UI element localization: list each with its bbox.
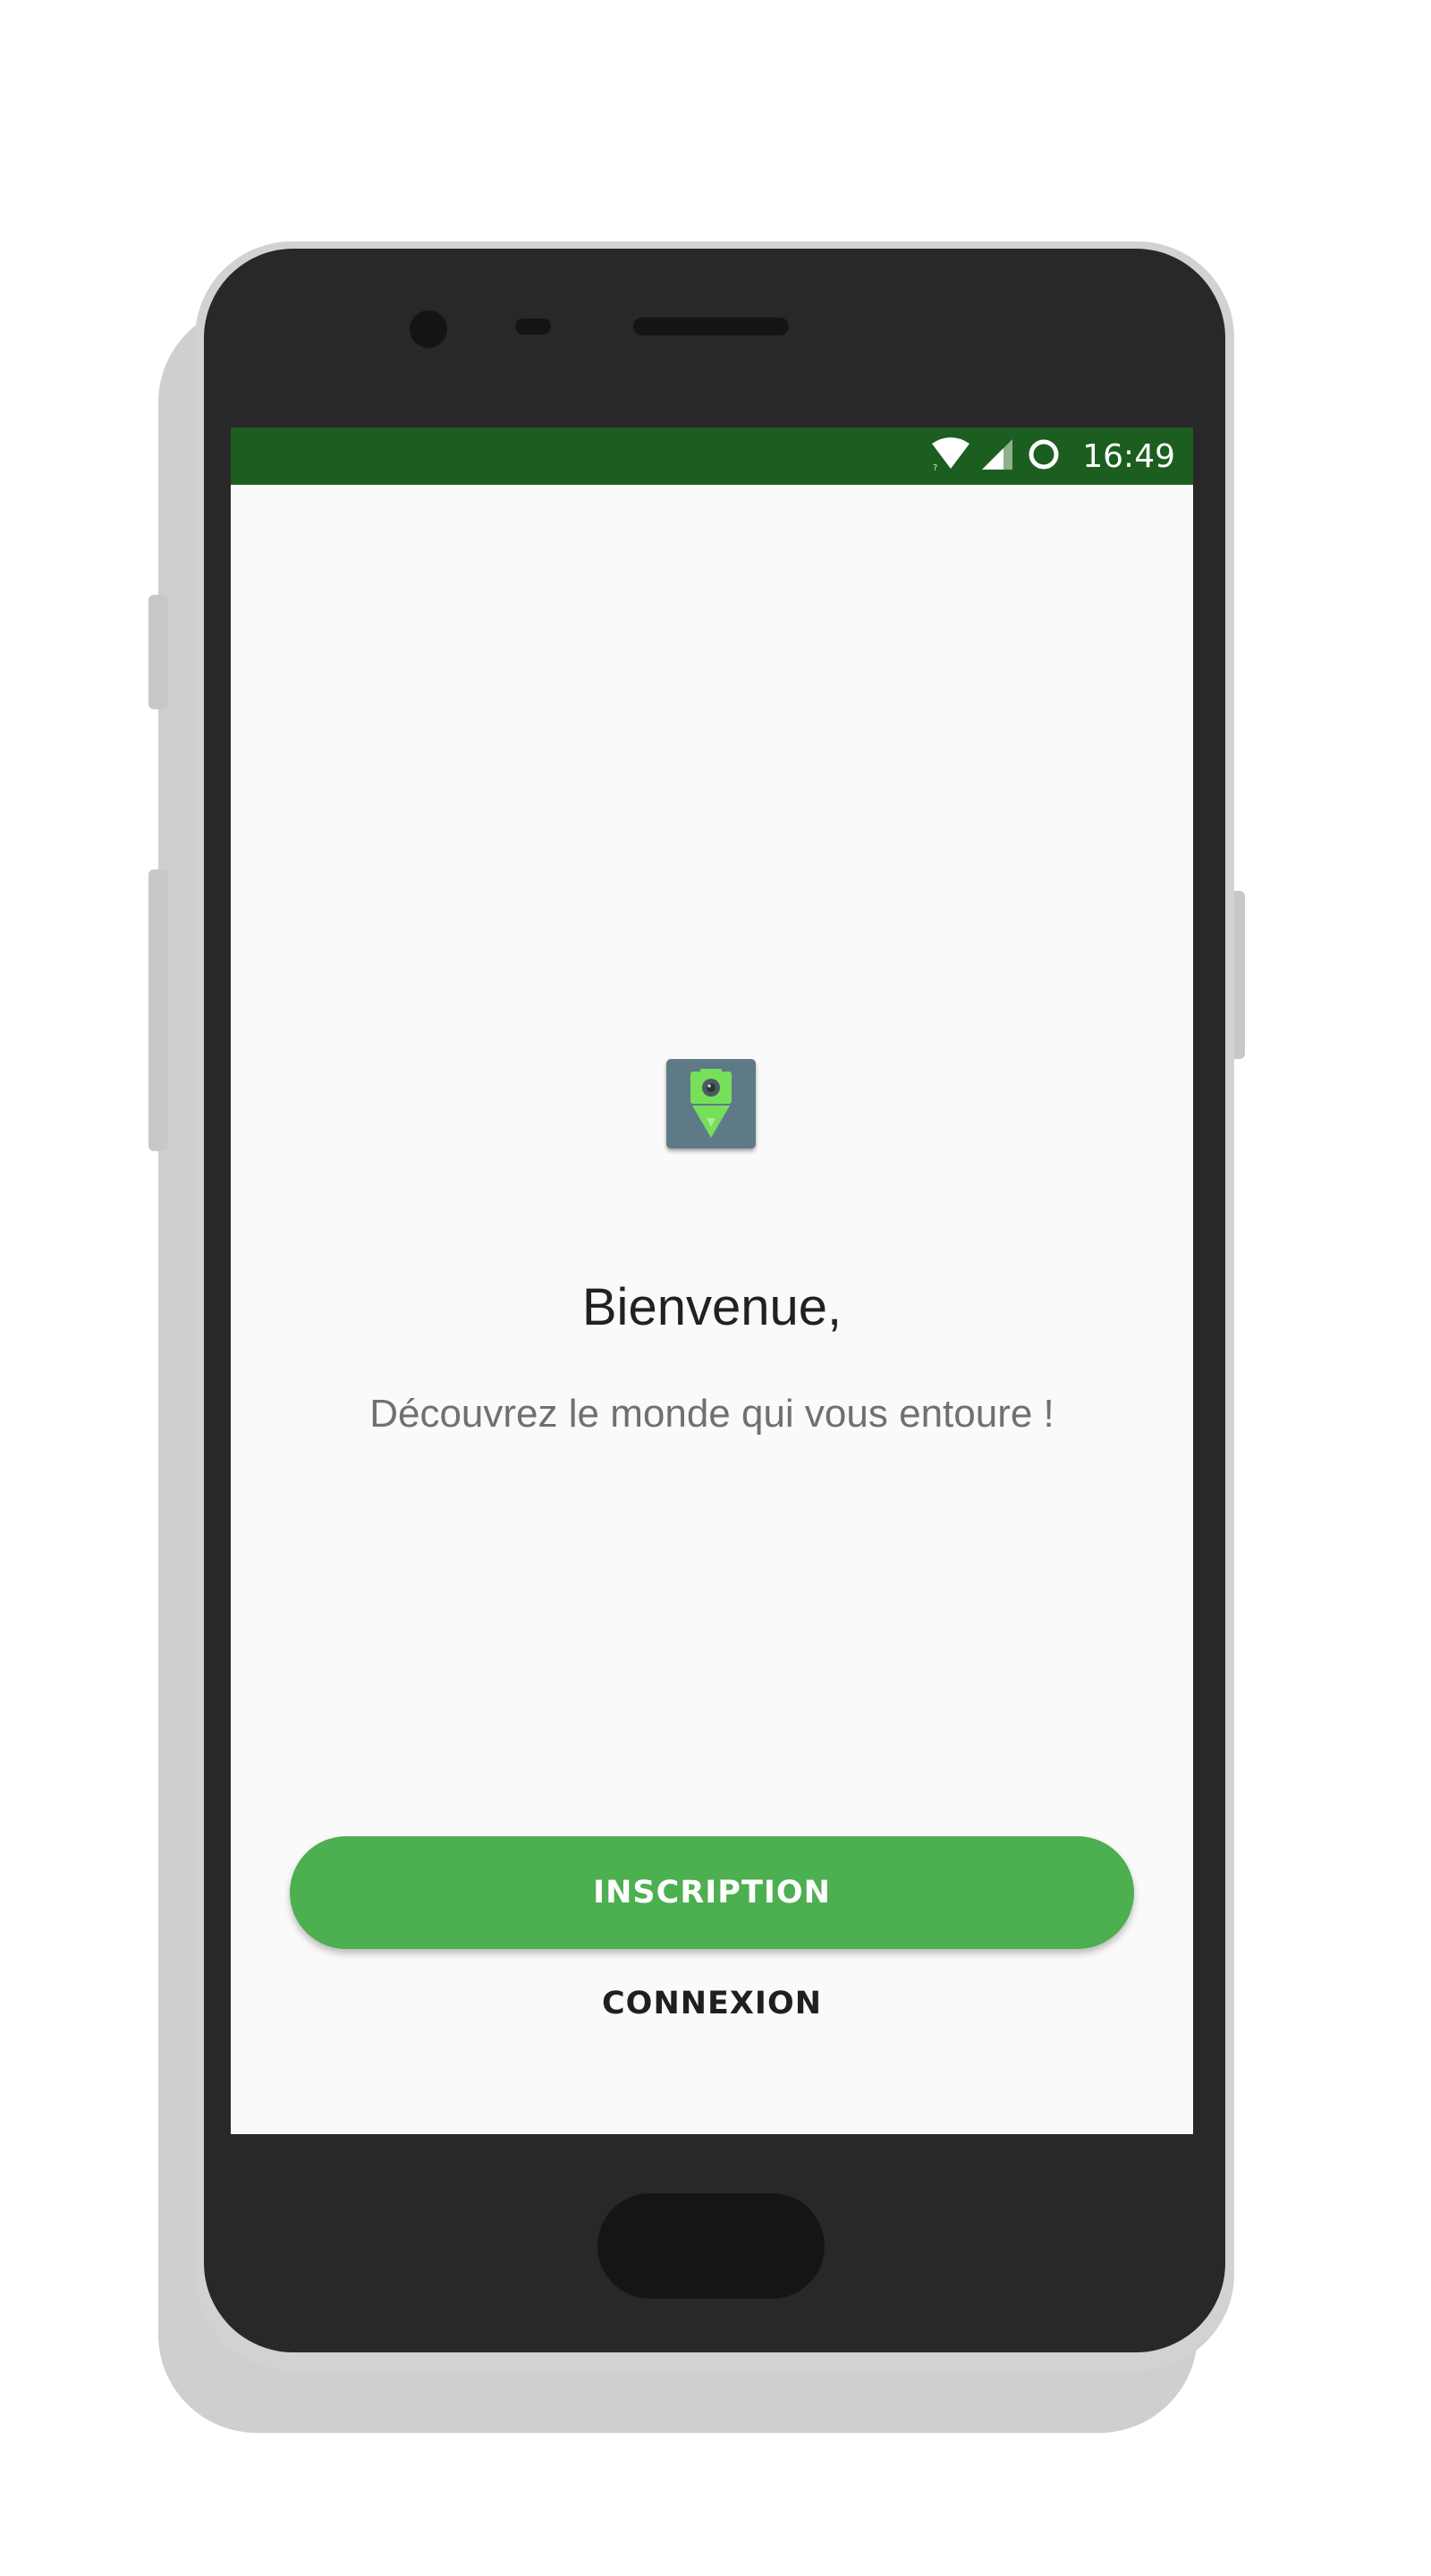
sync-circle-icon bbox=[1023, 436, 1064, 476]
status-bar: ? 16:49 bbox=[231, 428, 1193, 485]
wifi-icon: ? bbox=[930, 436, 971, 476]
cell-signal-icon bbox=[980, 436, 1014, 476]
volume-down-button bbox=[148, 869, 168, 1151]
device-screen: ? 16:49 Bienvenue, Découvrez le monde qu… bbox=[231, 428, 1193, 2134]
device-mockup: ? 16:49 Bienvenue, Découvrez le monde qu… bbox=[0, 0, 1431, 2576]
home-button[interactable] bbox=[597, 2193, 825, 2299]
proximity-sensor bbox=[515, 318, 551, 335]
volume-up-button bbox=[148, 595, 168, 709]
status-icons: ? 16:49 bbox=[930, 428, 1175, 485]
welcome-title: Bienvenue, bbox=[581, 1278, 843, 1336]
front-camera bbox=[410, 310, 447, 348]
welcome-subtitle: Découvrez le monde qui vous entoure ! bbox=[369, 1392, 1054, 1436]
status-time: 16:49 bbox=[1082, 437, 1175, 475]
earpiece-speaker bbox=[633, 318, 789, 335]
svg-text:?: ? bbox=[933, 463, 937, 472]
login-button[interactable]: CONNEXION bbox=[533, 1968, 891, 2039]
map-pin-camera-icon bbox=[666, 1059, 756, 1148]
signup-button[interactable]: INSCRIPTION bbox=[290, 1836, 1134, 1949]
